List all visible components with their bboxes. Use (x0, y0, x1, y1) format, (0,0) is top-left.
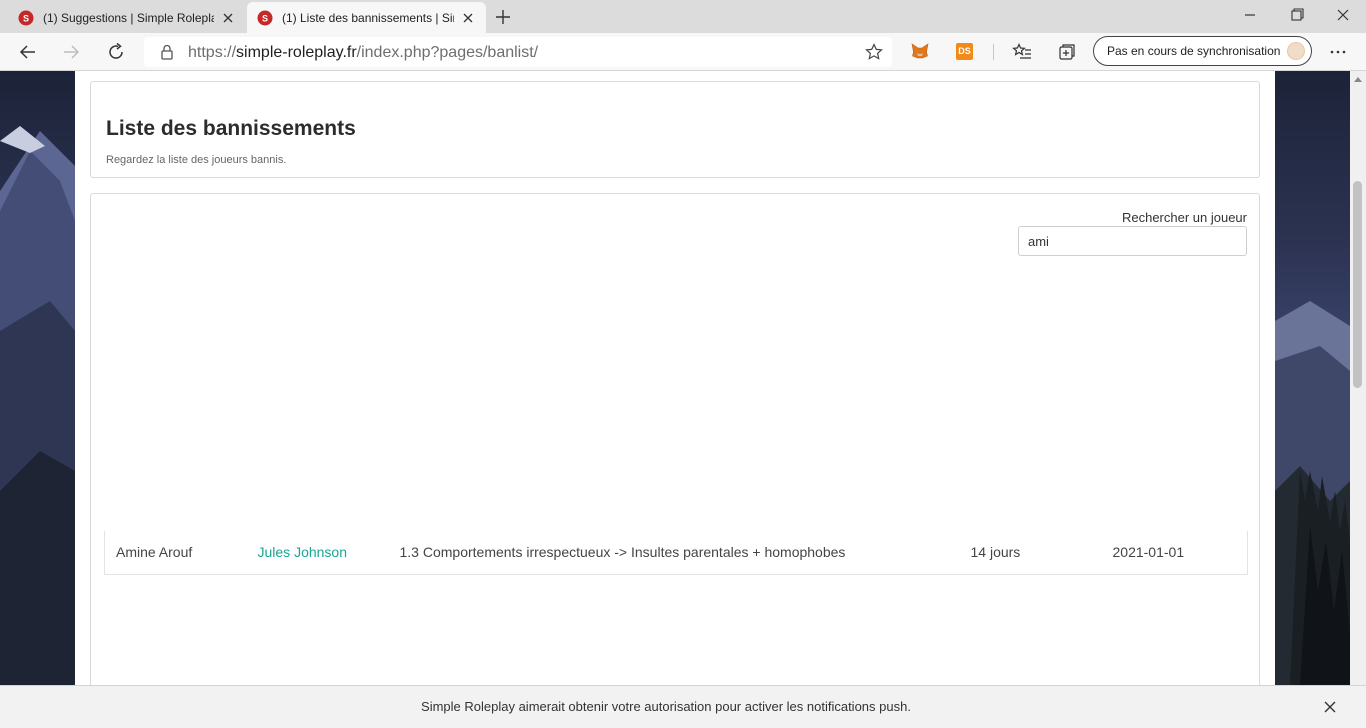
toolbar-divider (993, 44, 994, 60)
page-scrollbar[interactable] (1350, 71, 1366, 685)
tab-title: (1) Liste des bannissements | Simple Rol… (282, 10, 454, 25)
close-icon[interactable] (1322, 699, 1338, 715)
ban-table: Amine Arouf Jules Johnson 1.3 Comporteme… (104, 531, 1248, 575)
close-icon[interactable] (460, 10, 476, 26)
table-row: Amine Arouf Jules Johnson 1.3 Comporteme… (105, 531, 1248, 574)
url-text[interactable]: https://simple-roleplay.fr/index.php?pag… (188, 44, 538, 62)
sync-status-label: Pas en cours de synchronisation (1107, 44, 1281, 58)
scrollbar-thumb[interactable] (1353, 181, 1362, 388)
sync-status-button[interactable]: Pas en cours de synchronisation (1093, 36, 1312, 66)
scroll-up-arrow-icon[interactable] (1354, 77, 1362, 82)
simple-roleplay-favicon-icon: S (18, 10, 34, 25)
page-header-card: Liste des bannissements Regardez la list… (90, 81, 1260, 178)
url-path: /index.php?pages/banlist/ (356, 44, 539, 61)
ban-date-cell: 2021-01-01 (1112, 544, 1185, 561)
url-host: simple-roleplay.fr (236, 44, 357, 61)
notification-message: Simple Roleplay aimerait obtenir votre a… (421, 699, 911, 714)
staff-link[interactable]: Jules Johnson (258, 544, 348, 560)
favorites-list-icon[interactable] (1011, 41, 1033, 63)
forward-arrow-icon[interactable] (60, 41, 82, 63)
tab-banlist[interactable]: S (1) Liste des bannissements | Simple R… (247, 2, 486, 33)
tab-suggestions[interactable]: S (1) Suggestions | Simple Roleplay (8, 2, 246, 33)
restore-icon[interactable] (1286, 6, 1308, 24)
more-options-icon[interactable] (1327, 41, 1349, 63)
page-title: Liste des bannissements (106, 117, 356, 140)
collections-icon[interactable] (1056, 41, 1078, 63)
favorite-star-icon[interactable] (864, 42, 884, 62)
avatar (1287, 42, 1305, 60)
page-viewport: Liste des bannissements Regardez la list… (0, 71, 1350, 685)
main-content: Liste des bannissements Regardez la list… (75, 71, 1275, 685)
ban-staff-cell: Jules Johnson (247, 531, 389, 574)
ban-player-cell: Amine Arouf (116, 544, 193, 561)
close-icon[interactable] (220, 10, 236, 26)
ban-reason-cell: 1.3 Comportements irrespectueux -> Insul… (399, 544, 846, 561)
svg-text:S: S (23, 13, 29, 23)
browser-toolbar: https://simple-roleplay.fr/index.php?pag… (0, 33, 1366, 71)
tab-strip: S (1) Suggestions | Simple Roleplay S (1… (0, 0, 1366, 33)
new-tab-plus-icon[interactable] (492, 6, 514, 28)
search-label: Rechercher un joueur (1121, 210, 1247, 225)
tab-title: (1) Suggestions | Simple Roleplay (43, 10, 214, 25)
window-close-icon[interactable] (1332, 6, 1354, 24)
url-scheme: https:// (188, 44, 237, 61)
minimize-icon[interactable] (1239, 6, 1261, 24)
push-notification-bar: Simple Roleplay aimerait obtenir votre a… (0, 685, 1366, 728)
banlist-card: Rechercher un joueur Amine Arouf Jules J… (90, 193, 1260, 685)
player-search-input[interactable] (1018, 226, 1247, 256)
ban-duration-cell: 14 jours (970, 544, 1021, 561)
metamask-fox-icon[interactable] (910, 41, 930, 61)
address-bar[interactable]: https://simple-roleplay.fr/index.php?pag… (144, 37, 892, 67)
ds-extension-icon[interactable]: DS (956, 43, 973, 60)
lock-icon[interactable] (158, 43, 176, 61)
svg-text:S: S (262, 13, 268, 23)
page-subtitle: Regardez la liste des joueurs bannis. (106, 154, 287, 166)
back-arrow-icon[interactable] (17, 41, 39, 63)
refresh-icon[interactable] (105, 41, 127, 63)
simple-roleplay-favicon-icon: S (257, 10, 273, 25)
